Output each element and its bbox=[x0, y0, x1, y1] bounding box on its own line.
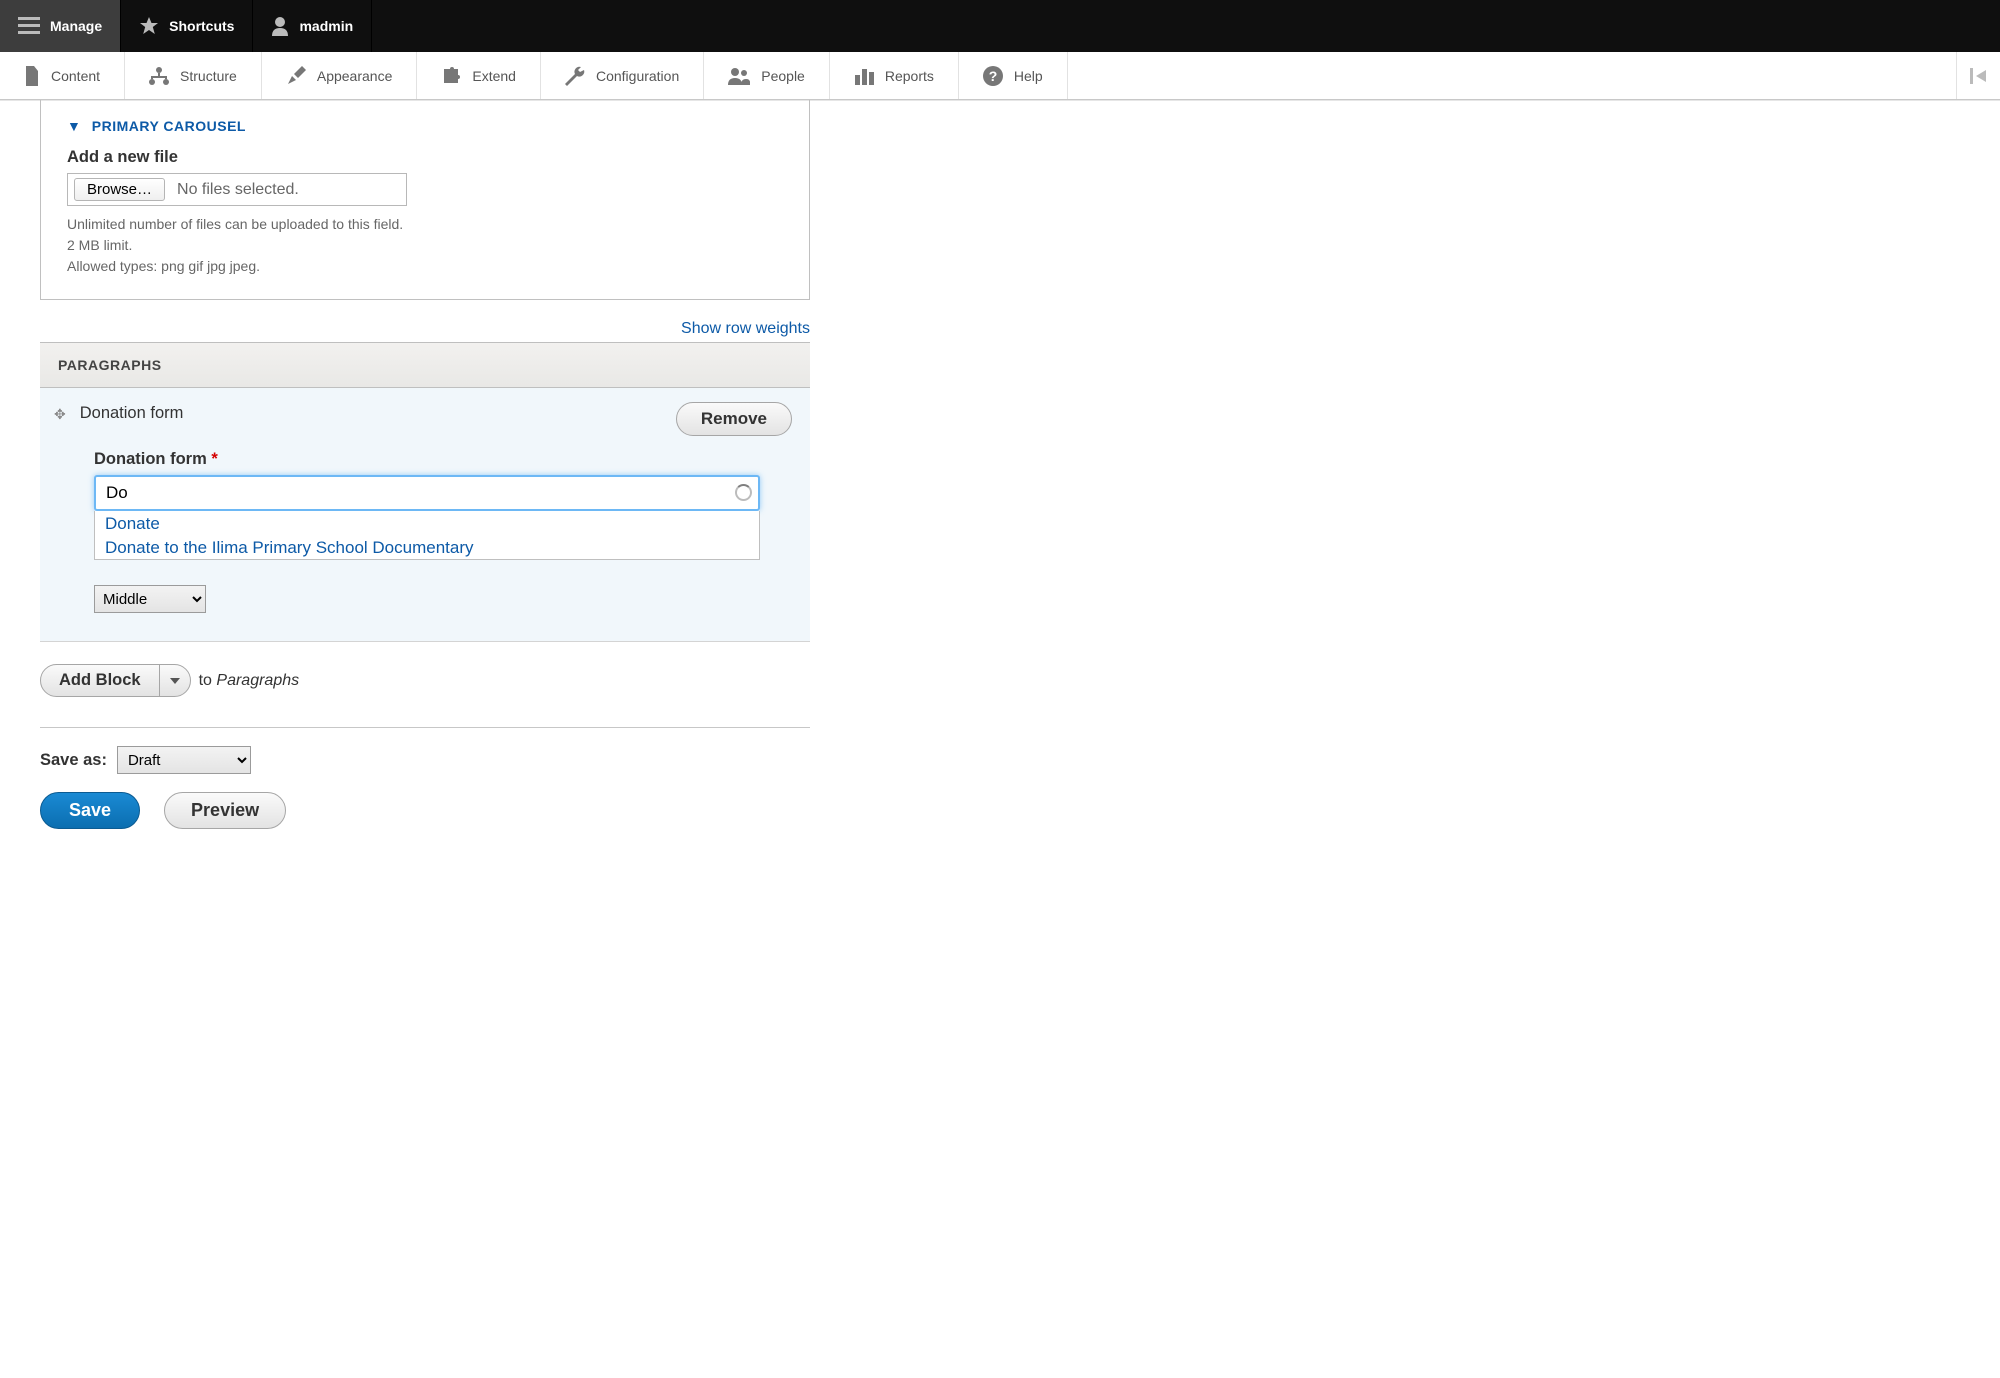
toolbar-shortcuts[interactable]: Shortcuts bbox=[121, 0, 253, 52]
paragraph-type-label: Donation form bbox=[80, 404, 184, 423]
triangle-down-icon: ▼ bbox=[67, 118, 81, 134]
people-icon bbox=[728, 67, 750, 85]
desc-line: Allowed types: png gif jpg jpeg. bbox=[67, 256, 783, 277]
puzzle-icon bbox=[441, 66, 461, 86]
loading-throbber-icon bbox=[735, 484, 752, 501]
save-as-row: Save as: Draft bbox=[40, 746, 810, 774]
add-block-suffix: to Paragraphs bbox=[199, 672, 300, 690]
donation-form-autocomplete[interactable] bbox=[94, 475, 760, 511]
toolbar-manage-label: Manage bbox=[50, 18, 102, 34]
remove-button[interactable]: Remove bbox=[676, 402, 792, 436]
desc-line: 2 MB limit. bbox=[67, 235, 783, 256]
save-as-label: Save as: bbox=[40, 751, 107, 770]
admin-menu-label: People bbox=[761, 68, 805, 84]
svg-text:?: ? bbox=[989, 68, 998, 84]
autocomplete-suggestions: Donate Donate to the Ilima Primary Schoo… bbox=[94, 511, 760, 560]
position-select[interactable]: Middle bbox=[94, 585, 206, 613]
admin-menu-people[interactable]: People bbox=[704, 52, 830, 99]
drag-handle-icon[interactable]: ✥ bbox=[54, 406, 66, 423]
admin-menu-label: Content bbox=[51, 68, 100, 84]
toolbar-user-label: madmin bbox=[299, 18, 353, 34]
paragraphs-header: PARAGRAPHS bbox=[40, 342, 810, 388]
help-icon: ? bbox=[983, 66, 1003, 86]
admin-toolbar: Manage Shortcuts madmin bbox=[0, 0, 2000, 52]
toolbar-orientation-toggle[interactable] bbox=[1956, 52, 2000, 99]
file-status-text: No files selected. bbox=[177, 181, 299, 199]
form-actions: Save Preview bbox=[40, 792, 810, 829]
admin-menu-label: Configuration bbox=[596, 68, 679, 84]
autocomplete-option[interactable]: Donate bbox=[95, 511, 759, 535]
donation-form-label: Donation form * bbox=[94, 450, 792, 469]
bar-chart-icon bbox=[854, 67, 874, 85]
to-target: Paragraphs bbox=[216, 672, 299, 689]
add-block-button[interactable]: Add Block bbox=[41, 665, 160, 696]
file-upload-widget: Browse… No files selected. bbox=[67, 173, 407, 206]
required-marker: * bbox=[211, 450, 217, 468]
show-row-weights-link[interactable]: Show row weights bbox=[681, 320, 810, 337]
autocomplete-wrapper: Donate Donate to the Ilima Primary Schoo… bbox=[94, 475, 760, 511]
fieldset-title: PRIMARY CAROUSEL bbox=[92, 118, 246, 134]
node-edit-form: ▼ PRIMARY CAROUSEL Add a new file Browse… bbox=[0, 100, 810, 909]
admin-menu-configuration[interactable]: Configuration bbox=[541, 52, 704, 99]
admin-menu-help[interactable]: ? Help bbox=[959, 52, 1068, 99]
star-icon bbox=[139, 16, 159, 36]
admin-menu-reports[interactable]: Reports bbox=[830, 52, 959, 99]
primary-carousel-fieldset: ▼ PRIMARY CAROUSEL Add a new file Browse… bbox=[40, 100, 810, 300]
hierarchy-icon bbox=[149, 67, 169, 85]
save-button[interactable]: Save bbox=[40, 792, 140, 829]
add-file-label: Add a new file bbox=[67, 148, 783, 167]
browse-button[interactable]: Browse… bbox=[74, 178, 165, 201]
document-icon bbox=[24, 66, 40, 86]
admin-menu-appearance[interactable]: Appearance bbox=[262, 52, 418, 99]
admin-menu-label: Reports bbox=[885, 68, 934, 84]
desc-line: Unlimited number of files can be uploade… bbox=[67, 214, 783, 235]
toolbar-user[interactable]: madmin bbox=[253, 0, 372, 52]
user-icon bbox=[271, 16, 289, 36]
field-label-text: Donation form bbox=[94, 450, 207, 468]
collapse-icon bbox=[1970, 68, 1988, 84]
wrench-icon bbox=[565, 66, 585, 86]
preview-button[interactable]: Preview bbox=[164, 792, 286, 829]
admin-menu-label: Help bbox=[1014, 68, 1043, 84]
admin-menu-extend[interactable]: Extend bbox=[417, 52, 541, 99]
autocomplete-option[interactable]: Donate to the Ilima Primary School Docum… bbox=[95, 535, 759, 559]
admin-menu-label: Appearance bbox=[317, 68, 393, 84]
admin-menu: Content Structure Appearance Extend Conf… bbox=[0, 52, 2000, 100]
admin-menu-label: Extend bbox=[472, 68, 516, 84]
admin-menu-structure[interactable]: Structure bbox=[125, 52, 262, 99]
toolbar-manage[interactable]: Manage bbox=[0, 0, 121, 52]
hamburger-icon bbox=[18, 17, 40, 35]
moderation-state-select[interactable]: Draft bbox=[117, 746, 251, 774]
row-weights-toggle: Show row weights bbox=[40, 320, 810, 338]
admin-menu-label: Structure bbox=[180, 68, 237, 84]
to-text: to bbox=[199, 672, 217, 689]
add-paragraph-row: Add Block to Paragraphs bbox=[40, 664, 810, 728]
caret-down-icon bbox=[170, 678, 180, 684]
paintbrush-icon bbox=[286, 66, 306, 86]
paragraph-item: ✥ Donation form Remove Donation form * D… bbox=[40, 388, 810, 642]
upload-description: Unlimited number of files can be uploade… bbox=[67, 214, 783, 277]
add-block-dropdown-toggle[interactable] bbox=[160, 665, 190, 696]
toolbar-shortcuts-label: Shortcuts bbox=[169, 18, 234, 34]
add-block-split-button: Add Block bbox=[40, 664, 191, 697]
admin-menu-content[interactable]: Content bbox=[0, 52, 125, 99]
fieldset-summary-toggle[interactable]: ▼ PRIMARY CAROUSEL bbox=[67, 118, 783, 134]
